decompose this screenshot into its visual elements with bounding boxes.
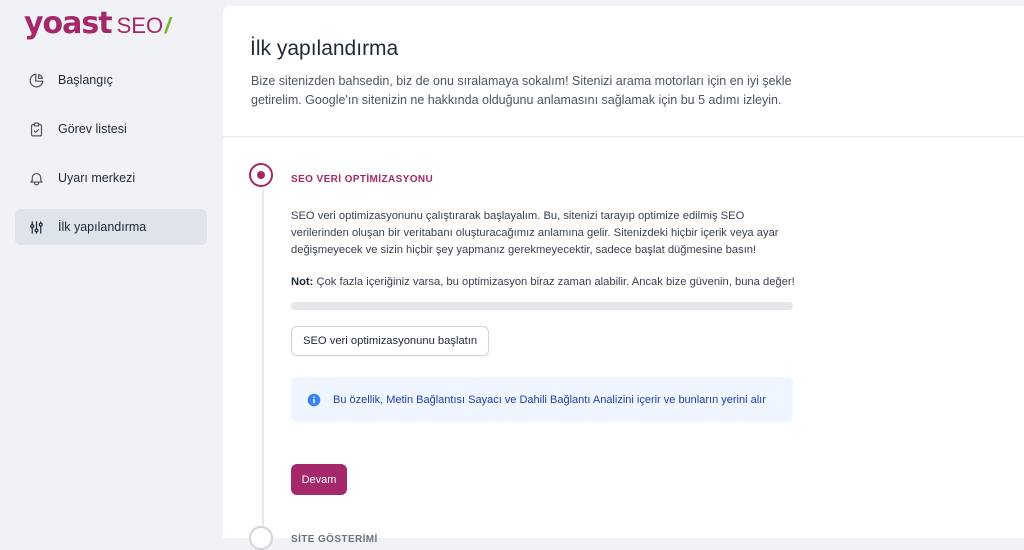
note-text: Çok fazla içeriğiniz varsa, bu optimizas… [313,276,795,288]
page-description: Bize sitenizden bahsedin, biz de onu sır… [251,74,792,107]
info-circle-icon [307,393,321,407]
logo-wordmark: yoast [24,6,113,41]
start-optimization-button[interactable]: SEO veri optimizasyonunu başlatın [291,326,490,356]
info-alert: Bu özellik, Metin Bağlantısı Sayacı ve D… [291,377,793,422]
logo-slash: / [162,13,174,38]
step-1-note: Not: Çok fazla içeriğiniz varsa, bu opti… [291,276,811,288]
sidebar-nav: Başlangıç Görev listesi Uyarı merkezi İl… [15,62,207,258]
note-label: Not: [291,276,314,288]
sidebar-item-uyari-merkezi[interactable]: Uyarı merkezi [15,160,207,196]
sidebar-item-label: İlk yapılandırma [58,220,147,234]
sidebar-item-ilk-yapilandirma[interactable]: İlk yapılandırma [15,209,207,245]
main-panel: İlk yapılandırma Bize sitenizden bahsedi… [223,6,1024,550]
sidebar-item-label: Uyarı merkezi [58,171,136,185]
info-alert-text: Bu özellik, Metin Bağlantısı Sayacı ve D… [333,393,766,406]
steps-timeline [262,189,264,538]
step-active-dot [257,171,265,179]
page-title: İlk yapılandırma [250,37,399,60]
step-2-indicator [249,526,273,550]
sidebar-item-baslangic[interactable]: Başlangıç [15,62,207,98]
sidebar-item-label: Görev listesi [58,122,127,136]
logo-product: SEO [116,13,164,38]
step-1-indicator [249,163,273,187]
chart-pie-icon [27,71,45,89]
sidebar-item-gorev-listesi[interactable]: Görev listesi [15,111,207,147]
sidebar-item-label: Başlangıç [58,73,113,87]
optimization-progress-bar [291,302,793,310]
step-1-description: SEO veri optimizasyonunu çalıştırarak ba… [291,210,779,256]
bell-icon [27,169,45,187]
sidebar: yoast SEO / Başlangıç Görev listesi Uyar… [0,0,222,538]
step-2-title: SİTE GÖSTERİMİ [291,534,378,545]
clipboard-check-icon [27,120,45,138]
yoast-logo[interactable]: yoast SEO / [24,6,174,46]
sliders-icon [27,218,45,236]
page-header: İlk yapılandırma Bize sitenizden bahsedi… [223,6,1024,137]
continue-button[interactable]: Devam [291,464,347,495]
step-1-title: SEO VERİ OPTİMİZASYONU [291,174,434,185]
